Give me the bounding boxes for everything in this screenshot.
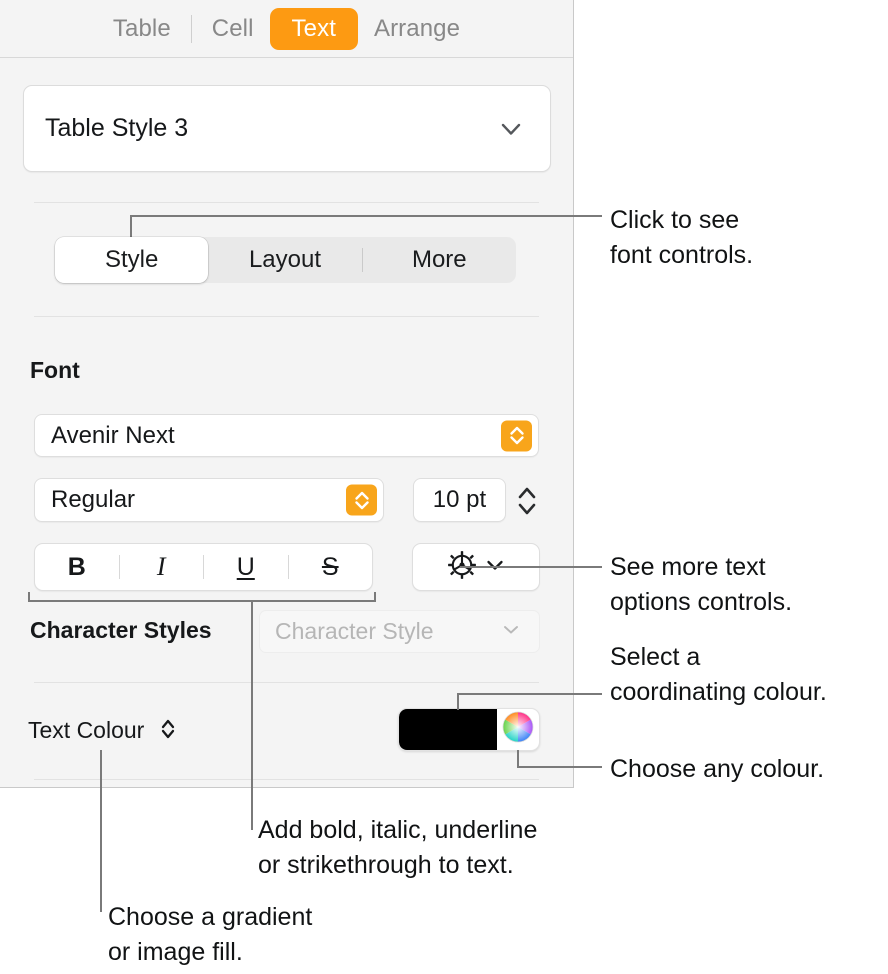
chevron-down-icon (501, 619, 521, 644)
colour-wheel-button[interactable] (497, 710, 539, 749)
character-styles-label: Character Styles (30, 617, 212, 643)
segment-layout[interactable]: Layout (208, 237, 361, 283)
character-style-placeholder: Character Style (275, 618, 434, 644)
table-style-popup[interactable]: Table Style 3 (23, 85, 551, 172)
table-style-value: Table Style 3 (45, 114, 189, 142)
font-size-stepper[interactable] (510, 478, 544, 524)
italic-icon[interactable]: I (120, 552, 204, 582)
divider-below-segmented (34, 316, 539, 317)
leader-bracket-typeface-left-tick (28, 592, 30, 601)
leader-bracket-typeface (28, 600, 376, 602)
screenshot-root: Table Cell Text Arrange Table Style 3 St… (0, 0, 888, 974)
tab-cell[interactable]: Cell (196, 9, 270, 49)
tab-arrange[interactable]: Arrange (358, 9, 476, 49)
text-colour-label-text: Text Colour (28, 717, 145, 744)
text-colour-control (398, 708, 540, 751)
font-weight-value: Regular (51, 486, 136, 513)
typeface-style-segmented-control: B I U S (34, 543, 373, 591)
divider-bottom (34, 779, 539, 780)
colour-swatch[interactable] (399, 709, 497, 750)
leader-line-any-colour-h (517, 766, 602, 768)
font-family-value: Avenir Next (51, 421, 175, 449)
tab-separator (190, 14, 192, 43)
up-down-chevron-icon[interactable] (159, 716, 177, 748)
leader-bracket-typeface-right-tick (374, 592, 376, 601)
leader-line-coordinating-v (457, 694, 459, 710)
chevron-down-icon (498, 116, 524, 142)
style-layout-more-segmented-control: Style Layout More (55, 237, 516, 283)
leader-line-text-options (460, 566, 602, 568)
inspector-tabbar: Table Cell Text Arrange (0, 0, 573, 58)
divider-above-text-colour (34, 682, 539, 683)
callout-text-options: See more text options controls. (610, 553, 793, 616)
leader-line-typeface-drop (251, 600, 253, 830)
underline-icon[interactable]: U (204, 553, 288, 582)
strikethrough-icon[interactable]: S (289, 553, 373, 582)
bold-icon[interactable]: B (35, 553, 119, 582)
tab-text[interactable]: Text (269, 7, 358, 50)
font-section-label: Font (30, 357, 80, 383)
font-size-field[interactable]: 10 pt (413, 478, 506, 522)
text-colour-label[interactable]: Text Colour (28, 716, 177, 748)
segment-style[interactable]: Style (55, 237, 209, 283)
font-size-value: 10 pt (432, 486, 487, 513)
divider-top (34, 202, 539, 203)
font-weight-popup[interactable]: Regular (34, 478, 384, 522)
tab-table[interactable]: Table (97, 9, 187, 49)
callout-font-controls: Click to see font controls. (610, 206, 754, 269)
character-style-popup[interactable]: Character Style (259, 610, 540, 653)
callout-gradient-fill: Choose a gradient or image fill. (108, 903, 313, 966)
callout-any-colour: Choose any colour. (610, 755, 825, 783)
leader-line-gradient-fill (100, 750, 102, 912)
up-down-chevron-icon[interactable] (501, 420, 532, 451)
callout-coordinating-colour: Select a coordinating colour. (610, 643, 827, 706)
up-down-chevron-icon[interactable] (346, 484, 377, 516)
leader-line-font-controls-h (130, 215, 602, 217)
callout-typeface: Add bold, italic, underline or strikethr… (258, 816, 538, 879)
font-family-popup[interactable]: Avenir Next (34, 414, 539, 457)
leader-line-coordinating-h (457, 693, 602, 695)
segment-more[interactable]: More (363, 237, 516, 283)
colour-wheel-icon (501, 710, 535, 749)
format-inspector-panel: Table Cell Text Arrange Table Style 3 St… (0, 0, 574, 788)
